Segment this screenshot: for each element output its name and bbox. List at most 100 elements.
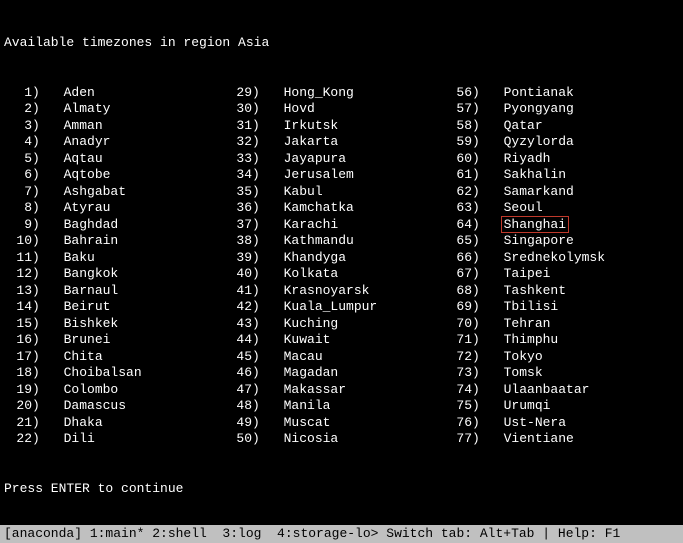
timezone-city: Aqtobe	[64, 167, 190, 184]
timezone-entry: 61) Sakhalin	[444, 167, 630, 184]
timezone-entry: 47) Makassar	[224, 382, 444, 399]
timezone-entry: 72) Tokyo	[444, 349, 630, 366]
timezone-city: Tomsk	[504, 365, 630, 382]
timezone-city: Almaty	[64, 101, 190, 118]
timezone-city: Khandyga	[284, 250, 410, 267]
timezone-number: 38	[224, 233, 252, 250]
timezone-number: 3	[4, 118, 32, 135]
timezone-number: 32	[224, 134, 252, 151]
timezone-number: 36	[224, 200, 252, 217]
timezone-row: 3) Amman 31) Irkutsk58) Qatar	[4, 118, 679, 135]
timezone-number: 63	[444, 200, 472, 217]
timezone-number: 68	[444, 283, 472, 300]
timezone-entry: 68) Tashkent	[444, 283, 630, 300]
timezone-number: 2	[4, 101, 32, 118]
timezone-entry: 2) Almaty	[4, 101, 224, 118]
press-enter-line: Press ENTER to continue	[4, 481, 679, 498]
paren: )	[472, 151, 488, 168]
paren: )	[252, 266, 268, 283]
timezone-number: 7	[4, 184, 32, 201]
timezone-entry: 71) Thimphu	[444, 332, 630, 349]
timezone-city: Jerusalem	[284, 167, 410, 184]
paren: )	[32, 316, 48, 333]
timezone-entry: 34) Jerusalem	[224, 167, 444, 184]
paren: )	[472, 382, 488, 399]
timezone-entry: 66) Srednekolymsk	[444, 250, 630, 267]
timezone-number: 18	[4, 365, 32, 382]
timezone-entry: 76) Ust-Nera	[444, 415, 630, 432]
timezone-row: 9) Baghdad37) Karachi64) Shanghai	[4, 217, 679, 234]
terminal-output[interactable]: Available timezones in region Asia 1) Ad…	[0, 0, 683, 543]
timezone-number: 43	[224, 316, 252, 333]
timezone-number: 29	[224, 85, 252, 102]
paren: )	[32, 349, 48, 366]
timezone-city: Amman	[64, 118, 190, 135]
timezone-number: 70	[444, 316, 472, 333]
paren: )	[252, 398, 268, 415]
paren: )	[472, 217, 488, 234]
timezone-city: Choibalsan	[64, 365, 190, 382]
timezone-entry: 32) Jakarta	[224, 134, 444, 151]
timezone-city: Seoul	[504, 200, 630, 217]
paren: )	[252, 431, 268, 448]
paren: )	[32, 299, 48, 316]
timezone-entry: 44) Kuwait	[224, 332, 444, 349]
timezone-number: 73	[444, 365, 472, 382]
paren: )	[472, 431, 488, 448]
timezone-city: Kuala_Lumpur	[284, 299, 410, 316]
timezone-entry: 60) Riyadh	[444, 151, 630, 168]
paren: )	[472, 332, 488, 349]
timezone-entry: 58) Qatar	[444, 118, 630, 135]
timezone-entry: 6) Aqtobe	[4, 167, 224, 184]
timezone-number: 76	[444, 415, 472, 432]
timezone-number: 58	[444, 118, 472, 135]
paren: )	[252, 299, 268, 316]
timezone-entry: 40) Kolkata	[224, 266, 444, 283]
timezone-number: 49	[224, 415, 252, 432]
timezone-city: Nicosia	[284, 431, 410, 448]
timezone-city: Irkutsk	[284, 118, 410, 135]
timezone-number: 4	[4, 134, 32, 151]
timezone-number: 48	[224, 398, 252, 415]
timezone-entry: 22) Dili	[4, 431, 224, 448]
timezone-city: Kamchatka	[284, 200, 410, 217]
timezone-city: Tbilisi	[504, 299, 630, 316]
timezone-number: 35	[224, 184, 252, 201]
timezone-entry: 14) Beirut	[4, 299, 224, 316]
timezone-entry: 31) Irkutsk	[224, 118, 444, 135]
paren: )	[252, 217, 268, 234]
timezone-entry: 74) Ulaanbaatar	[444, 382, 630, 399]
timezone-number: 12	[4, 266, 32, 283]
paren: )	[252, 365, 268, 382]
paren: )	[252, 151, 268, 168]
paren: )	[472, 184, 488, 201]
timezone-city: Dhaka	[64, 415, 190, 432]
timezone-number: 31	[224, 118, 252, 135]
timezone-row: 14) Beirut42) Kuala_Lumpur69) Tbilisi	[4, 299, 679, 316]
paren: )	[32, 101, 48, 118]
timezone-entry: 49) Muscat	[224, 415, 444, 432]
paren: )	[32, 118, 48, 135]
timezone-row: 4) Anadyr32) Jakarta59) Qyzylorda	[4, 134, 679, 151]
timezone-entry: 10) Bahrain	[4, 233, 224, 250]
timezone-entry: 36) Kamchatka	[224, 200, 444, 217]
timezone-entry: 11) Baku	[4, 250, 224, 267]
timezone-entry: 30) Hovd	[224, 101, 444, 118]
timezone-row: 1) Aden29) Hong_Kong56) Pontianak	[4, 85, 679, 102]
timezone-city: Bangkok	[64, 266, 190, 283]
timezone-city: Magadan	[284, 365, 410, 382]
timezone-number: 67	[444, 266, 472, 283]
timezone-entry: 69) Tbilisi	[444, 299, 630, 316]
timezone-entry: 62) Samarkand	[444, 184, 630, 201]
paren: )	[472, 101, 488, 118]
timezone-city: Hong_Kong	[284, 85, 410, 102]
timezone-entry: 42) Kuala_Lumpur	[224, 299, 444, 316]
timezone-number: 39	[224, 250, 252, 267]
timezone-entry: 13) Barnaul	[4, 283, 224, 300]
timezone-entry: 9) Baghdad	[4, 217, 224, 234]
timezone-city: Aqtau	[64, 151, 190, 168]
timezone-entry: 37) Karachi	[224, 217, 444, 234]
timezone-city: Anadyr	[64, 134, 190, 151]
timezone-city: Shanghai	[504, 217, 630, 234]
timezone-entry: 19) Colombo	[4, 382, 224, 399]
